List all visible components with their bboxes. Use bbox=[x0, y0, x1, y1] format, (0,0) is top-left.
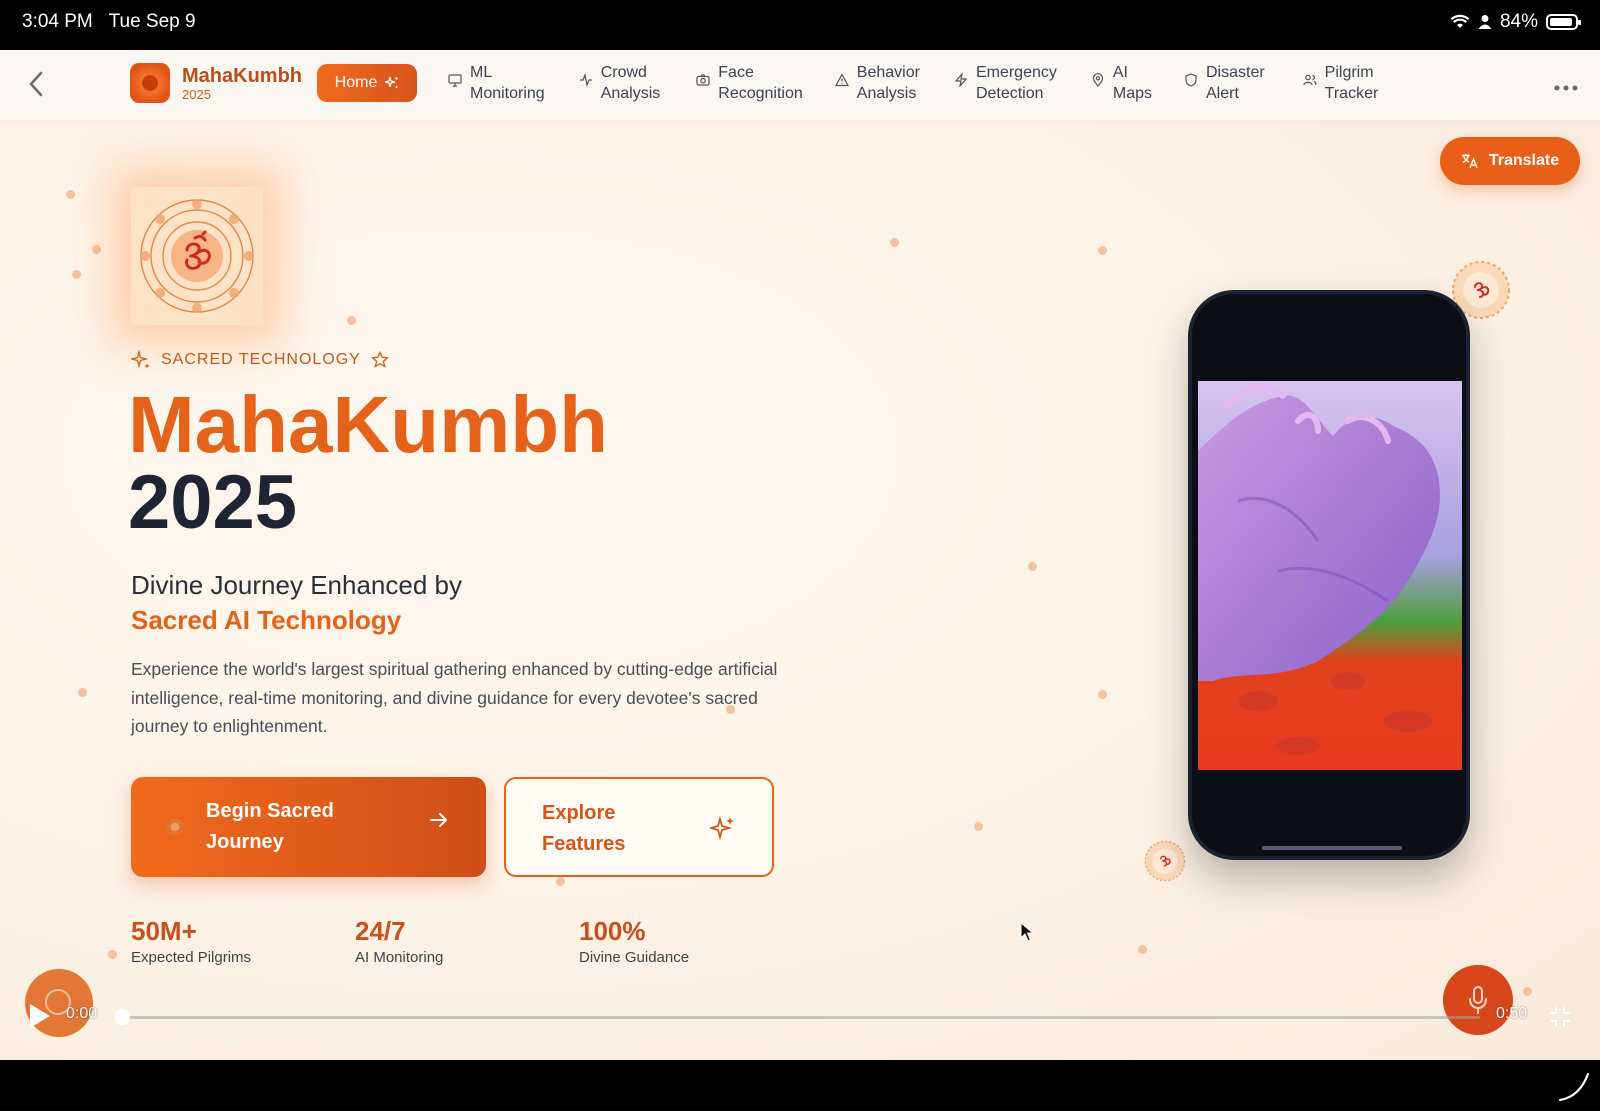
stat-item: 50M+ Expected Pilgrims bbox=[131, 915, 355, 966]
translate-icon bbox=[1461, 154, 1478, 169]
video-duration: 0:50 bbox=[1496, 1005, 1528, 1022]
more-horizontal-icon bbox=[1554, 85, 1578, 91]
pencil-stroke-icon bbox=[1558, 1072, 1590, 1102]
nav-item-ai-maps[interactable]: AI Maps bbox=[1081, 62, 1162, 104]
eyebrow: SACRED TECHNOLOGY bbox=[131, 350, 389, 370]
video-scrubber[interactable] bbox=[118, 1016, 1480, 1019]
stat-item: 24/7 AI Monitoring bbox=[355, 915, 579, 966]
brand[interactable]: MahaKumbh 2025 bbox=[130, 63, 302, 103]
activity-icon bbox=[579, 73, 592, 87]
sparkles-icon bbox=[385, 76, 399, 88]
hero-subtitle-highlight: Sacred AI Technology bbox=[131, 605, 402, 635]
nav-item-disaster-alert[interactable]: Disaster Alert bbox=[1174, 62, 1275, 104]
brand-name: MahaKumbh bbox=[182, 64, 302, 87]
zap-icon bbox=[954, 73, 968, 87]
om-mandala-icon bbox=[140, 199, 254, 313]
hero-year: 2025 bbox=[128, 460, 298, 545]
mandala-icon bbox=[165, 817, 185, 837]
battery-percent: 84% bbox=[1499, 11, 1538, 32]
nav-items: ML Monitoring Crowd Analysis Face Recogniti… bbox=[438, 62, 1388, 104]
stat-value: 50M+ bbox=[131, 916, 197, 946]
users-icon bbox=[1303, 74, 1317, 86]
scrubber-thumb[interactable] bbox=[114, 1009, 130, 1025]
nav-item-crowd-analysis[interactable]: Crowd Analysis bbox=[569, 62, 671, 104]
stats-row: 50M+ Expected Pilgrims 24/7 AI Monitorin… bbox=[131, 915, 803, 966]
video-current-time: 0:00 bbox=[66, 1005, 98, 1022]
eyebrow-label: SACRED TECHNOLOGY bbox=[161, 351, 361, 368]
nav-item-face-recognition[interactable]: Face Recognition bbox=[686, 62, 813, 104]
play-icon[interactable] bbox=[28, 1003, 52, 1029]
brand-logo bbox=[130, 63, 170, 103]
sparkles-icon bbox=[710, 815, 734, 841]
back-button[interactable] bbox=[26, 70, 52, 100]
video-image bbox=[1198, 381, 1462, 770]
om-badge-icon bbox=[1144, 840, 1186, 882]
explore-features-label: Explore Features bbox=[542, 802, 626, 855]
hero-description: Experience the world's largest spiritual… bbox=[131, 659, 778, 736]
translate-label: Translate bbox=[1488, 152, 1560, 169]
wifi-icon bbox=[1450, 14, 1470, 28]
begin-journey-label: Begin Sacred Journey bbox=[206, 800, 334, 853]
stat-label: Divine Guidance bbox=[579, 949, 690, 966]
brand-year: 2025 bbox=[182, 86, 211, 102]
top-navigation: MahaKumbh 2025 Home ML Monitoring Crowd An… bbox=[0, 50, 1600, 120]
home-indicator bbox=[1262, 846, 1402, 850]
begin-journey-button[interactable]: Begin Sacred Journey bbox=[131, 777, 486, 877]
explore-features-button[interactable]: Explore Features bbox=[504, 777, 774, 877]
hero-subtitle: Divine Journey Enhanced by bbox=[131, 570, 462, 600]
voice-assistant-button[interactable] bbox=[1443, 965, 1513, 1035]
battery-icon bbox=[1546, 14, 1581, 30]
chevron-left-icon bbox=[29, 71, 43, 97]
nav-item-behavior-analysis[interactable]: Behavior Analysis bbox=[825, 62, 930, 104]
sparkles-icon bbox=[131, 350, 150, 369]
person-icon bbox=[1478, 15, 1492, 29]
hero-title: MahaKumbh bbox=[128, 380, 608, 469]
app-viewport: MahaKumbh 2025 Home ML Monitoring Crowd An… bbox=[0, 50, 1600, 1060]
nav-item-ml-monitoring[interactable]: ML Monitoring bbox=[438, 62, 555, 104]
stat-value: 24/7 bbox=[355, 916, 406, 946]
shield-icon bbox=[1185, 73, 1197, 87]
cursor-icon bbox=[1020, 922, 1034, 942]
monitor-icon bbox=[448, 74, 462, 87]
mandala-emblem bbox=[131, 187, 263, 325]
more-options-button[interactable] bbox=[1554, 75, 1578, 91]
video-frame bbox=[1198, 381, 1462, 770]
stat-item: 100% Divine Guidance bbox=[579, 915, 803, 966]
stat-value: 100% bbox=[579, 916, 646, 946]
translate-button[interactable]: Translate bbox=[1440, 137, 1580, 185]
bottom-bar bbox=[0, 1060, 1600, 1111]
nav-item-emergency-detection[interactable]: Emergency Detection bbox=[944, 62, 1067, 104]
status-bar: 3:04 PM Tue Sep 9 84% bbox=[0, 0, 1600, 50]
arrow-right-icon bbox=[430, 813, 447, 827]
stat-label: Expected Pilgrims bbox=[131, 949, 252, 966]
nav-home-label: Home bbox=[334, 74, 378, 91]
nav-home-button[interactable]: Home bbox=[317, 64, 417, 102]
status-time: 3:04 PM Tue Sep 9 bbox=[22, 11, 196, 32]
stat-label: AI Monitoring bbox=[355, 949, 444, 966]
exit-fullscreen-icon[interactable] bbox=[1548, 1005, 1572, 1029]
camera-icon bbox=[696, 74, 710, 86]
warning-icon bbox=[834, 73, 849, 87]
nav-item-pilgrim-tracker[interactable]: Pilgrim Tracker bbox=[1293, 62, 1389, 104]
map-pin-icon bbox=[1092, 73, 1103, 87]
phone-mockup bbox=[1188, 290, 1470, 860]
star-icon bbox=[370, 351, 389, 368]
microphone-icon bbox=[1469, 986, 1487, 1014]
status-indicators: 84% bbox=[1450, 11, 1581, 33]
